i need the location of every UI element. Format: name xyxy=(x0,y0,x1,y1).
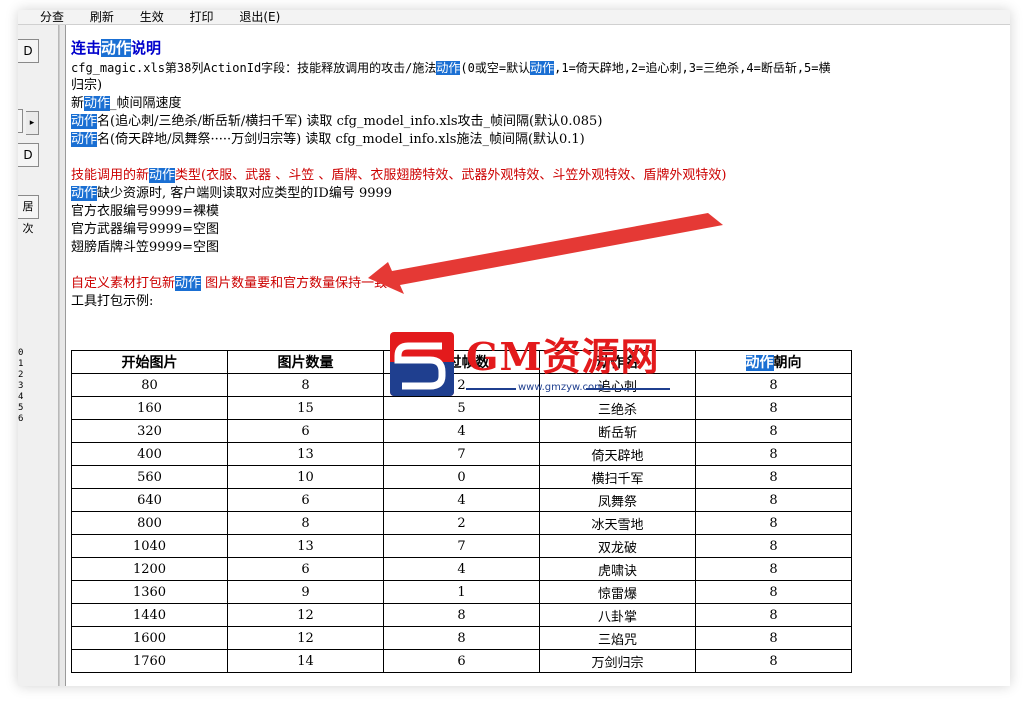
app-window: 分查 刷新 生效 打印 退出(E) D ▸ D 居次 0 1 2 3 4 5 6… xyxy=(18,10,1010,686)
watermark-text: GM资源网 xyxy=(466,334,660,379)
watermark: GM资源网 www.gmzyw.com xyxy=(386,328,686,402)
watermark-logo-icon xyxy=(390,332,454,396)
